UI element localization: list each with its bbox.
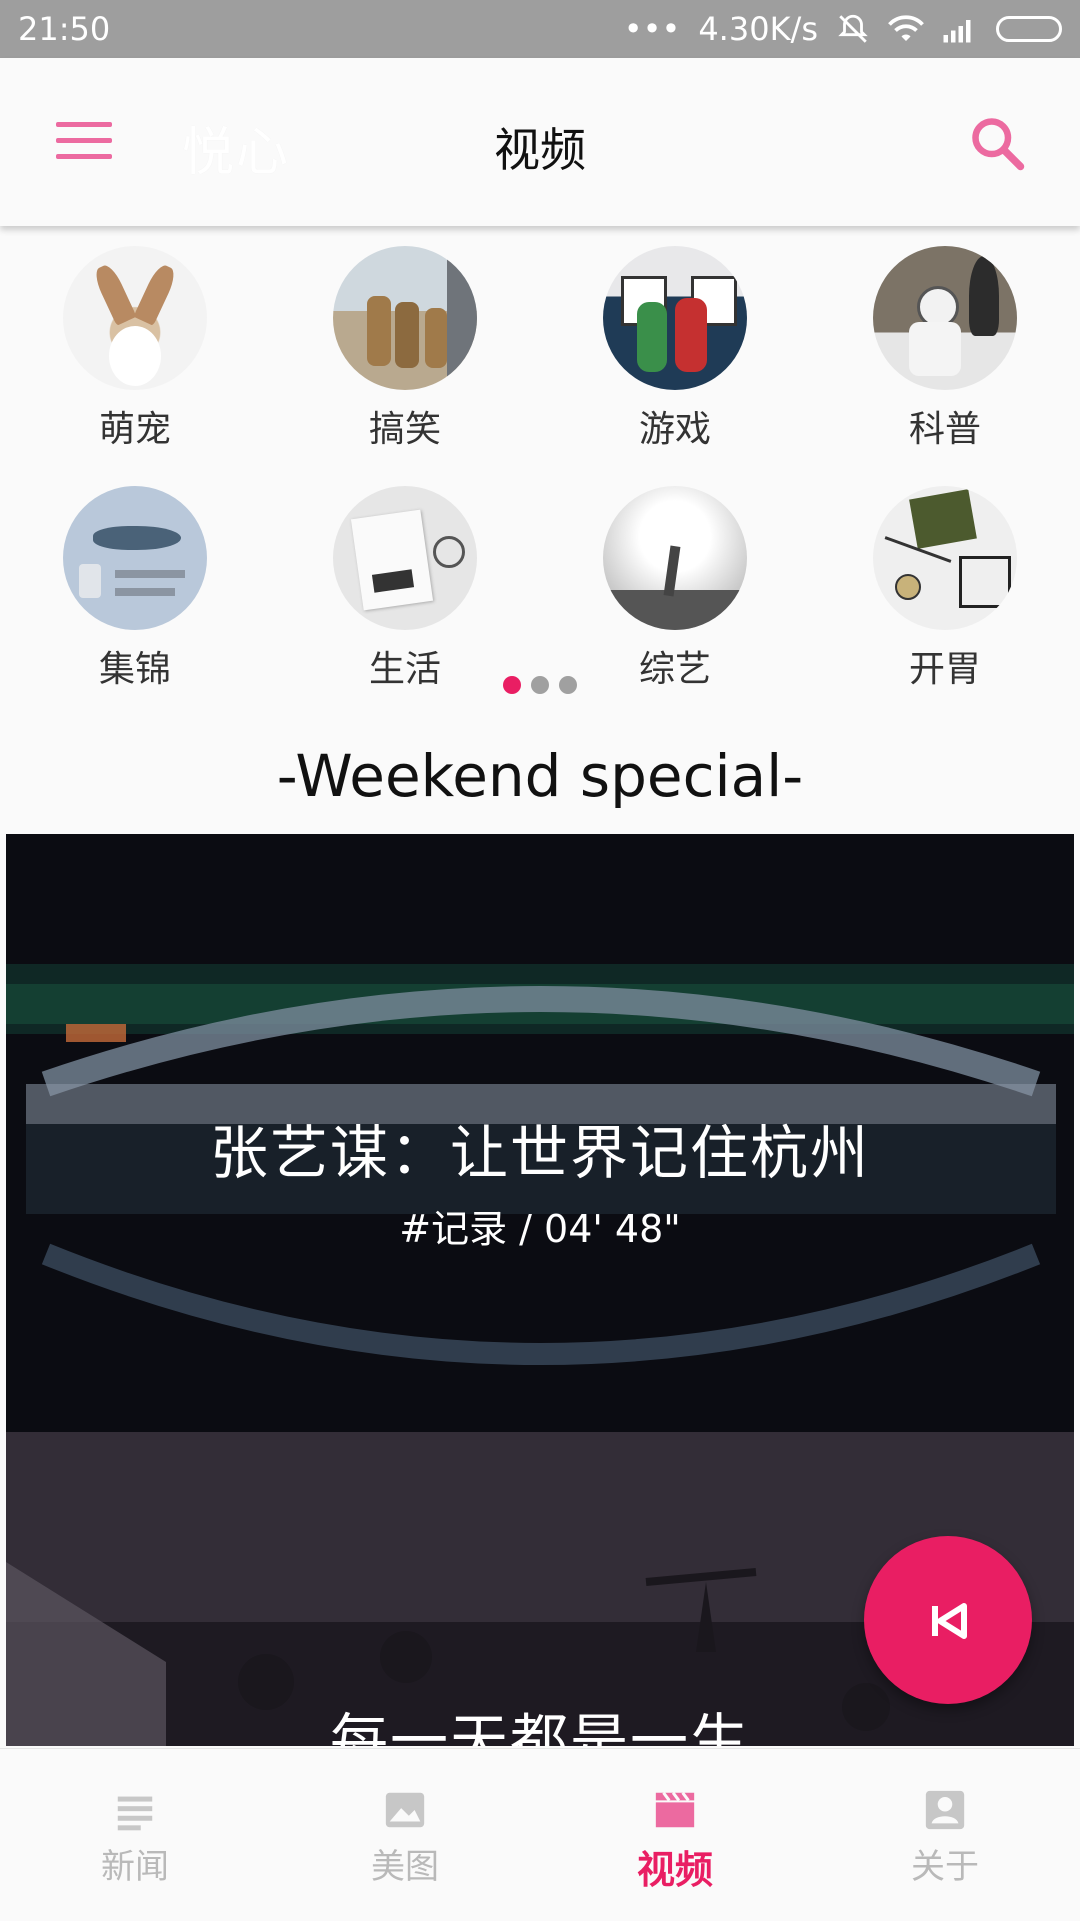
page-dot[interactable] bbox=[503, 676, 521, 694]
status-time: 21:50 bbox=[18, 10, 111, 48]
category-science[interactable]: 科普 bbox=[810, 246, 1080, 486]
nav-news[interactable]: 新闻 bbox=[0, 1749, 270, 1921]
status-bar: 21:50 ••• 4.30K/s bbox=[0, 0, 1080, 58]
clapperboard-icon bbox=[655, 1791, 695, 1828]
category-funny[interactable]: 搞笑 bbox=[270, 246, 540, 486]
category-thumbnail bbox=[873, 486, 1017, 630]
nav-label: 美图 bbox=[371, 1847, 439, 1887]
news-icon bbox=[117, 1796, 153, 1831]
category-label: 萌宠 bbox=[98, 409, 171, 450]
category-pets[interactable]: 萌宠 bbox=[0, 246, 270, 486]
page-title: 视频 bbox=[494, 123, 586, 177]
category-games[interactable]: 游戏 bbox=[540, 246, 810, 486]
category-thumbnail bbox=[63, 246, 207, 390]
category-thumbnail bbox=[333, 246, 477, 390]
net-speed: 4.30K/s bbox=[698, 10, 818, 48]
wifi-icon bbox=[888, 15, 924, 41]
video-meta: #记录 / 04' 48" bbox=[399, 1207, 681, 1251]
category-label: 科普 bbox=[908, 409, 981, 450]
bottom-nav: 新闻 美图 视频 关于 bbox=[0, 1748, 1080, 1921]
skip-previous-button[interactable] bbox=[864, 1536, 1032, 1704]
category-label: 搞笑 bbox=[368, 409, 441, 450]
section-title: -Weekend special- bbox=[276, 742, 804, 810]
account-icon bbox=[925, 1790, 965, 1830]
search-icon[interactable] bbox=[968, 114, 1028, 174]
nav-label: 关于 bbox=[911, 1847, 979, 1887]
image-icon bbox=[385, 1792, 425, 1828]
category-thumbnail bbox=[603, 246, 747, 390]
category-grid: 萌宠 搞笑 游戏 科普 集锦 生活 综艺 开胃 bbox=[0, 246, 1080, 726]
app-bar: 悦心 视频 bbox=[0, 58, 1080, 226]
more-dots-icon: ••• bbox=[623, 10, 681, 48]
category-thumbnail bbox=[63, 486, 207, 630]
nav-about[interactable]: 关于 bbox=[810, 1749, 1080, 1921]
page-indicator bbox=[0, 676, 1080, 694]
skip-previous-icon bbox=[932, 1603, 967, 1639]
nav-label: 新闻 bbox=[101, 1847, 169, 1887]
nav-label: 视频 bbox=[636, 1848, 713, 1892]
nav-video[interactable]: 视频 bbox=[540, 1749, 810, 1921]
page-dot[interactable] bbox=[531, 676, 549, 694]
category-thumbnail bbox=[333, 486, 477, 630]
page-dot[interactable] bbox=[559, 676, 577, 694]
category-thumbnail bbox=[873, 246, 1017, 390]
signal-icon bbox=[943, 20, 971, 43]
category-label: 游戏 bbox=[638, 409, 711, 450]
mute-bell-icon bbox=[838, 14, 868, 43]
video-title: 张艺谋：让世界记住杭州 bbox=[209, 1119, 870, 1187]
nav-images[interactable]: 美图 bbox=[270, 1749, 540, 1921]
battery-icon bbox=[996, 16, 1062, 42]
category-thumbnail bbox=[603, 486, 747, 630]
status-right: ••• 4.30K/s bbox=[624, 10, 1062, 48]
video-card[interactable]: 张艺谋：让世界记住杭州 #记录 / 04' 48" bbox=[6, 834, 1074, 1432]
